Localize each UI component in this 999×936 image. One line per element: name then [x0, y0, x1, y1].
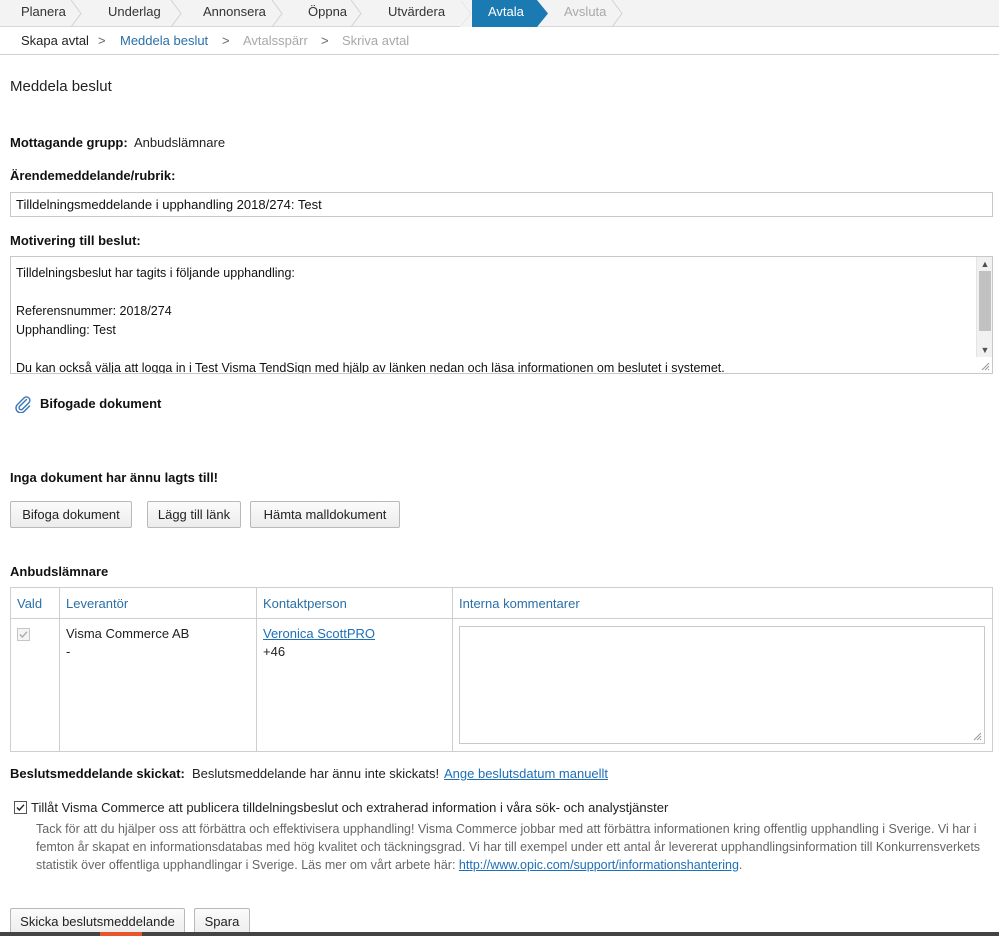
page-title: Meddela beslut: [10, 78, 112, 95]
chevron-right-icon: >: [98, 33, 106, 48]
motivation-text: Tilldelningsbeslut har tagits i följande…: [16, 266, 725, 374]
scrollbar-thumb[interactable]: [979, 271, 991, 331]
supplier-cell: Visma Commerce AB -: [59, 618, 257, 752]
step-label: Öppna: [308, 4, 348, 19]
subnav-skapa-avtal[interactable]: Skapa avtal: [21, 33, 89, 48]
scroll-down-icon[interactable]: ▼: [977, 343, 992, 357]
subnav-meddela-beslut[interactable]: Meddela beslut: [120, 33, 208, 48]
resize-grip-icon[interactable]: [981, 362, 990, 371]
contact-person-link[interactable]: Veronica ScottPRO: [263, 626, 446, 641]
sub-breadcrumb: Skapa avtal > Meddela beslut > Avtalsspä…: [0, 27, 999, 55]
checkbox-checked-disabled-icon: [17, 628, 30, 641]
step-oppna[interactable]: Öppna: [282, 0, 362, 27]
chevron-right-icon: >: [222, 33, 230, 48]
step-separator-icon: [611, 0, 623, 27]
attach-document-button[interactable]: Bifoga dokument: [10, 501, 132, 528]
step-label: Planera: [21, 4, 66, 19]
contact-cell: Veronica ScottPRO +46: [256, 618, 453, 752]
attachments-empty-text: Inga dokument har ännu lagts till!: [10, 470, 219, 485]
process-steps: Planera Underlag Annonsera Öppna Utvärde…: [0, 0, 999, 27]
step-planera[interactable]: Planera: [0, 0, 82, 27]
motivation-label: Motivering till beslut:: [10, 233, 141, 248]
motivation-textarea[interactable]: Tilldelningsbeslut har tagits i följande…: [10, 256, 993, 374]
subnav-avtalsparr: Avtalsspärr: [243, 33, 308, 48]
supplier-name: Visma Commerce AB: [66, 626, 190, 641]
chevron-right-icon: >: [321, 33, 329, 48]
column-header-kontaktperson[interactable]: Kontaktperson: [256, 587, 453, 619]
step-arrow-left-icon: [460, 0, 472, 27]
contact-phone: +46: [263, 644, 286, 659]
consent-label[interactable]: Tillåt Visma Commerce att publicera till…: [31, 800, 668, 815]
bidders-table: Vald Leverantör Kontaktperson Interna ko…: [10, 587, 993, 752]
supplier-sub: -: [66, 644, 71, 659]
step-label: Avtala: [488, 4, 524, 19]
column-header-leverantor[interactable]: Leverantör: [59, 587, 257, 619]
subnav-skriva-avtal: Skriva avtal: [342, 33, 410, 48]
step-label: Avsluta: [564, 4, 607, 19]
step-arrow-icon: [537, 0, 548, 27]
step-label: Utvärdera: [388, 4, 446, 19]
step-underlag[interactable]: Underlag: [81, 0, 182, 27]
motivation-scrollbar[interactable]: ▲ ▼: [976, 257, 992, 357]
step-label: Annonsera: [203, 4, 266, 19]
internal-comment-textarea[interactable]: [459, 626, 985, 744]
step-annonsera[interactable]: Annonsera: [181, 0, 283, 27]
sent-label: Beslutsmeddelande skickat:: [10, 766, 185, 781]
recipient-label: Mottagande grupp:: [10, 135, 128, 150]
subject-input[interactable]: [10, 192, 993, 217]
recipient-value: Anbudslämnare: [134, 135, 226, 150]
sent-value: Beslutsmeddelande har ännu inte skickats…: [192, 766, 440, 781]
step-label: Underlag: [108, 4, 161, 19]
comment-cell: [452, 618, 993, 752]
table-row: Visma Commerce AB - Veronica ScottPRO +4…: [10, 618, 993, 752]
vald-cell: [10, 618, 60, 752]
fetch-template-button[interactable]: Hämta malldokument: [250, 501, 400, 528]
bottom-accent: [100, 932, 142, 936]
consent-note-end: .: [738, 858, 743, 872]
scroll-up-icon[interactable]: ▲: [977, 257, 992, 271]
paperclip-icon: [15, 396, 31, 413]
resize-grip-icon[interactable]: [973, 732, 982, 741]
consent-checkbox[interactable]: [14, 801, 27, 814]
step-avsluta: Avsluta: [537, 0, 623, 27]
consent-note: Tack för att du hjälper oss att förbättr…: [36, 820, 996, 874]
table-header-row: Vald Leverantör Kontaktperson Interna ko…: [10, 587, 993, 619]
step-avtala[interactable]: Avtala: [460, 0, 537, 27]
bottom-bar: [0, 932, 999, 936]
attachments-heading: Bifogade dokument: [40, 396, 162, 411]
add-link-button[interactable]: Lägg till länk: [147, 501, 241, 528]
set-decision-date-link[interactable]: Ange beslutsdatum manuellt: [444, 766, 608, 781]
column-header-vald[interactable]: Vald: [10, 587, 60, 619]
column-header-interna-kommentarer[interactable]: Interna kommentarer: [452, 587, 993, 619]
step-utvardera[interactable]: Utvärdera: [361, 0, 461, 27]
info-link[interactable]: http://www.opic.com/support/informations…: [459, 858, 739, 872]
subject-label: Ärendemeddelande/rubrik:: [10, 168, 176, 183]
bidders-heading: Anbudslämnare: [10, 564, 109, 579]
